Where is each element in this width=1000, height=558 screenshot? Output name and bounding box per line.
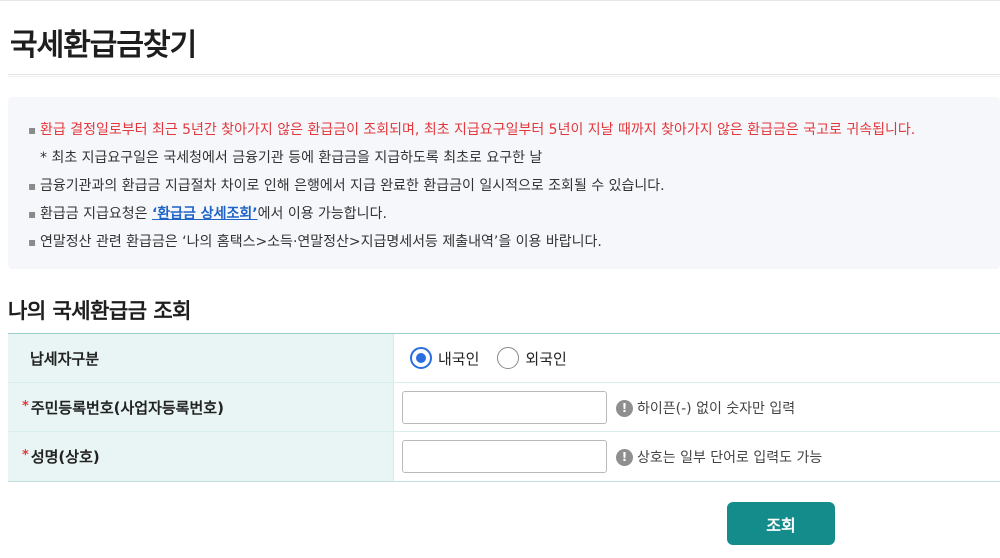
top-divider xyxy=(0,0,1000,1)
notice-text-5: 연말정산 관련 환급금은 ‘나의 홈택스>소득·연말정산>지급명세서등 제출내역… xyxy=(40,234,602,250)
id-number-hint-text: 하이픈(-) 없이 숫자만 입력 xyxy=(637,401,796,417)
name-hint: ! 상호는 일부 단어로 입력도 가능 xyxy=(616,447,822,467)
refund-search-form: 납세자구분 내국인 외국인 * 주민등록번호(사업자등록번호) ! 하이픈(-)… xyxy=(8,333,1000,482)
name-label: * 성명(상호) xyxy=(8,432,394,481)
notice-text-3: 금융기관과의 환급금 지급절차 차이로 인해 은행에서 지급 완료한 환급금이 … xyxy=(40,178,665,194)
info-icon: ! xyxy=(616,448,633,466)
notice-box: ▪ 환급 결정일로부터 최근 5년간 찾아가지 않은 환급금이 조회되며, 최초 … xyxy=(8,97,1000,269)
notice-item-2: * 최초 지급요구일은 국세청에서 금융기관 등에 환급금을 지급하도록 최초로… xyxy=(40,147,542,167)
name-hint-text: 상호는 일부 단어로 입력도 가능 xyxy=(637,450,823,466)
bullet-icon: ▪ xyxy=(28,179,37,193)
notice-text-4-prefix: 환급금 지급요청은 xyxy=(40,206,152,222)
page-title: 국세환급금찾기 xyxy=(10,28,197,63)
id-number-hint: ! 하이픈(-) 없이 숫자만 입력 xyxy=(616,398,795,418)
form-row-id-number: * 주민등록번호(사업자등록번호) ! 하이픈(-) 없이 숫자만 입력 xyxy=(8,383,1000,432)
id-number-label-text: 주민등록번호(사업자등록번호) xyxy=(30,398,224,417)
bullet-icon: ▪ xyxy=(28,235,37,249)
name-field: ! 상호는 일부 단어로 입력도 가능 xyxy=(395,432,1000,481)
notice-item-1: ▪ 환급 결정일로부터 최근 5년간 찾아가지 않은 환급금이 조회되며, 최초 … xyxy=(28,119,915,139)
taxpayer-type-field: 내국인 외국인 xyxy=(395,334,1000,382)
name-label-text: 성명(상호) xyxy=(30,448,100,466)
bullet-icon: ▪ xyxy=(28,207,37,221)
notice-item-5: ▪ 연말정산 관련 환급금은 ‘나의 홈택스>소득·연말정산>지급명세서등 제출내… xyxy=(28,231,602,251)
name-input[interactable] xyxy=(402,440,607,473)
radio-domestic-label: 내국인 xyxy=(438,349,480,368)
radio-foreign[interactable]: 외국인 xyxy=(497,347,567,369)
taxpayer-type-label: 납세자구분 xyxy=(8,334,394,382)
id-number-field: ! 하이픈(-) 없이 숫자만 입력 xyxy=(395,383,1000,431)
info-icon: ! xyxy=(616,399,633,417)
notice-text-2: * 최초 지급요구일은 국세청에서 금융기관 등에 환급금을 지급하도록 최초로… xyxy=(40,150,543,166)
id-number-input[interactable] xyxy=(402,391,607,424)
form-row-taxpayer-type: 납세자구분 내국인 외국인 xyxy=(8,334,1000,383)
title-divider xyxy=(8,74,1000,75)
form-row-name: * 성명(상호) ! 상호는 일부 단어로 입력도 가능 xyxy=(8,432,1000,481)
refund-detail-link[interactable]: ‘환급금 상세조회’ xyxy=(152,206,258,222)
required-mark: * xyxy=(22,448,29,463)
notice-item-4: ▪ 환급금 지급요청은 ‘환급금 상세조회’에서 이용 가능합니다. xyxy=(28,203,387,223)
radio-foreign-label: 외국인 xyxy=(525,349,567,368)
radio-unchecked-icon[interactable] xyxy=(497,347,520,369)
required-mark: * xyxy=(22,398,29,414)
title-divider-shadow xyxy=(8,76,1000,77)
bullet-icon: ▪ xyxy=(28,123,37,137)
radio-domestic[interactable]: 내국인 xyxy=(410,347,479,369)
notice-text-4-suffix: 에서 이용 가능합니다. xyxy=(257,206,387,222)
notice-item-3: ▪ 금융기관과의 환급금 지급절차 차이로 인해 은행에서 지급 완료한 환급금이… xyxy=(28,175,665,195)
search-button[interactable]: 조회 xyxy=(727,502,835,545)
id-number-label: * 주민등록번호(사업자등록번호) xyxy=(8,383,394,431)
radio-checked-icon[interactable] xyxy=(410,347,432,369)
taxpayer-type-label-text: 납세자구분 xyxy=(30,349,100,368)
section-title: 나의 국세환급금 조회 xyxy=(8,299,192,323)
notice-text-1: 환급 결정일로부터 최근 5년간 찾아가지 않은 환급금이 조회되며, 최초 지… xyxy=(40,122,916,138)
